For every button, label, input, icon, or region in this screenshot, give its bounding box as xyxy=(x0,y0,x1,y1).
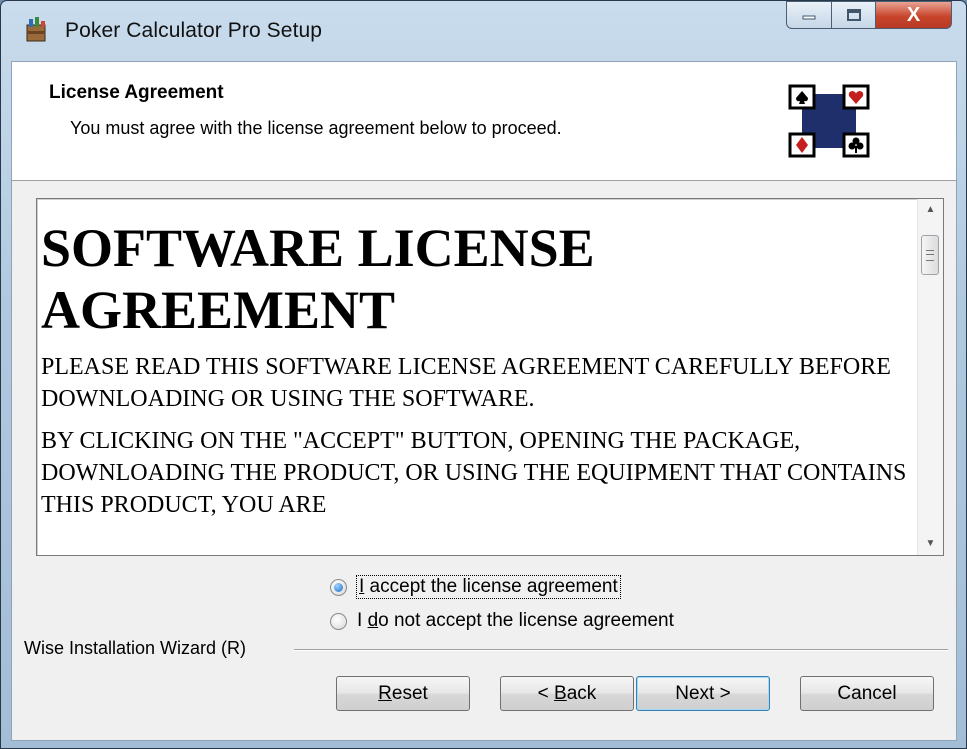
wizard-brand-label: Wise Installation Wizard (R) xyxy=(24,638,257,659)
wizard-branding: Wise Installation Wizard (R) xyxy=(24,638,948,662)
scroll-thumb[interactable] xyxy=(921,235,939,275)
installer-window: Poker Calculator Pro Setup X License Agr… xyxy=(0,0,967,749)
close-button[interactable]: X xyxy=(876,1,952,29)
license-paragraph: BY CLICKING ON THE "ACCEPT" BUTTON, OPEN… xyxy=(41,428,907,518)
decline-label-text: o not accept the license agreement xyxy=(378,610,674,631)
reset-button[interactable]: Reset xyxy=(336,676,470,711)
license-heading: SOFTWARE LICENSE AGREEMENT xyxy=(41,218,595,340)
license-paragraph: PLEASE READ THIS SOFTWARE LICENSE AGREEM… xyxy=(41,354,891,412)
accept-label[interactable]: I accept the license agreement xyxy=(356,575,621,599)
accept-label-text: accept the license agreement xyxy=(364,576,618,597)
back-access-key: B xyxy=(554,682,567,704)
decline-label-prefix: I xyxy=(357,610,368,631)
setup-package-icon xyxy=(26,17,46,42)
decline-access-key: d xyxy=(367,610,379,631)
decline-label[interactable]: I do not accept the license agreement xyxy=(357,610,674,632)
license-text-box[interactable]: SOFTWARE LICENSE AGREEMENT PLEASE READ T… xyxy=(36,198,944,556)
maximize-icon xyxy=(846,9,861,21)
vertical-scrollbar[interactable]: ▲ ▼ xyxy=(917,199,943,555)
separator-line xyxy=(294,649,948,651)
minimize-icon xyxy=(802,15,816,20)
title-bar[interactable]: Poker Calculator Pro Setup X xyxy=(1,1,966,63)
back-label: ack xyxy=(566,682,597,704)
minimize-button[interactable] xyxy=(786,1,832,29)
cancel-label: Cancel xyxy=(837,682,897,704)
window-title: Poker Calculator Pro Setup xyxy=(65,19,323,42)
scroll-down-arrow-icon[interactable]: ▼ xyxy=(918,533,943,555)
decline-radio[interactable] xyxy=(330,612,347,630)
license-document: SOFTWARE LICENSE AGREEMENT PLEASE READ T… xyxy=(41,199,907,521)
page-title: License Agreement xyxy=(49,82,224,103)
next-button[interactable]: Next > xyxy=(636,676,770,711)
page-subtitle: You must agree with the license agreemen… xyxy=(70,118,562,138)
scroll-up-arrow-icon[interactable]: ▲ xyxy=(918,199,943,221)
cancel-button[interactable]: Cancel xyxy=(800,676,934,711)
radio-selected-dot xyxy=(334,582,343,592)
grip-icon xyxy=(926,249,934,261)
decline-option[interactable]: I do not accept the license agreement xyxy=(330,610,674,632)
back-prefix: < xyxy=(537,682,555,704)
caption-buttons: X xyxy=(786,1,952,33)
reset-access-key: R xyxy=(378,682,392,704)
accept-option[interactable]: I accept the license agreement xyxy=(330,575,621,599)
wizard-client-area: License Agreement You must agree with th… xyxy=(11,61,957,741)
accept-radio[interactable] xyxy=(330,578,347,596)
back-button[interactable]: < Back xyxy=(500,676,634,711)
next-label: Next > xyxy=(675,682,731,704)
card-suits-logo xyxy=(788,84,870,158)
wizard-header: License Agreement You must agree with th… xyxy=(12,62,956,181)
maximize-button[interactable] xyxy=(832,1,876,29)
reset-label: eset xyxy=(391,682,428,704)
close-icon: X xyxy=(906,3,921,26)
